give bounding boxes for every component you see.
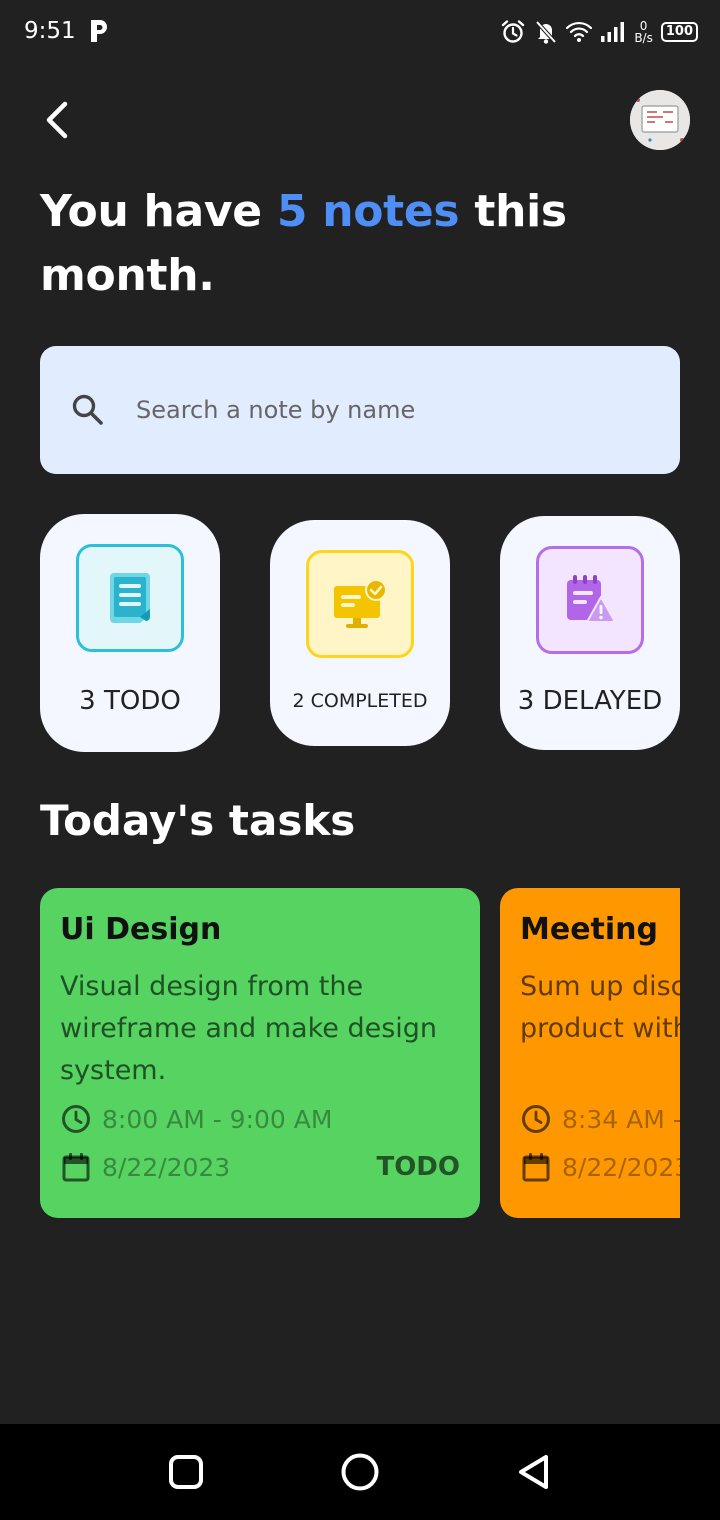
avatar-image xyxy=(630,90,690,150)
calendar-icon xyxy=(62,1153,90,1182)
completed-tile xyxy=(306,550,414,658)
tasks-carousel[interactable]: Ui Design Visual design from the wirefra… xyxy=(40,888,680,1218)
task-card-ui-design[interactable]: Ui Design Visual design from the wirefra… xyxy=(40,888,480,1218)
stat-label: 3 TODO xyxy=(79,686,181,716)
delayed-tile xyxy=(536,546,644,654)
stat-card-completed[interactable]: 2 COMPLETED xyxy=(270,520,450,746)
page-headline: You have 5 notes this month. xyxy=(40,186,567,301)
task-time: 8:34 AM - xyxy=(562,1104,680,1134)
calendar-warning-icon xyxy=(567,575,616,623)
task-title: Ui Design xyxy=(60,912,222,947)
task-time: 8:00 AM - 9:00 AM xyxy=(102,1104,333,1134)
stat-card-todo[interactable]: 3 TODO xyxy=(40,514,220,752)
notes-count: 5 notes xyxy=(276,186,460,237)
recents-square-icon xyxy=(169,1455,203,1489)
stat-label: 2 COMPLETED xyxy=(292,690,428,712)
section-title: Today's tasks xyxy=(40,796,356,845)
search-input[interactable] xyxy=(136,386,656,434)
task-status: TODO xyxy=(376,1152,460,1182)
task-description: Visual design from the wireframe and mak… xyxy=(60,971,438,1086)
bell-off-icon xyxy=(535,20,557,44)
home-circle-icon xyxy=(341,1453,379,1491)
net-speed: 0 B/s xyxy=(634,19,653,45)
system-nav-bar xyxy=(0,1424,720,1520)
task-title: Meeting xyxy=(520,912,659,947)
alarm-icon xyxy=(502,20,525,43)
monitor-check-icon xyxy=(334,579,387,628)
todo-tile xyxy=(76,544,184,652)
task-date: 8/22/2023 xyxy=(102,1152,231,1182)
task-description: Sum up discussion on new product with st… xyxy=(520,971,680,1044)
back-triangle-icon xyxy=(519,1455,548,1489)
clock-icon xyxy=(62,1105,90,1133)
search-icon xyxy=(72,394,103,425)
stat-card-delayed[interactable]: 3 DELAYED xyxy=(500,516,680,750)
clock-icon xyxy=(522,1105,550,1133)
profile-avatar[interactable] xyxy=(630,90,690,150)
back-button[interactable] xyxy=(36,96,80,144)
task-date: 8/22/2023 xyxy=(562,1152,680,1182)
document-icon xyxy=(110,573,150,623)
search-bar[interactable] xyxy=(40,346,680,474)
status-bar: 9:51 0 B/s 100 xyxy=(0,0,720,64)
calendar-icon xyxy=(522,1153,550,1182)
recents-button[interactable] xyxy=(162,1448,210,1496)
status-time: 9:51 xyxy=(24,18,76,44)
back-nav-button[interactable] xyxy=(510,1448,558,1496)
battery-icon: 100 xyxy=(660,22,698,42)
wifi-icon xyxy=(566,21,593,42)
parking-app-icon xyxy=(91,20,107,42)
stat-label: 3 DELAYED xyxy=(517,686,663,716)
task-card-meeting[interactable]: Meeting Sum up discussion on new product… xyxy=(500,888,680,1218)
back-chevron-icon xyxy=(46,101,68,139)
home-button[interactable] xyxy=(336,1448,384,1496)
signal-icon xyxy=(601,22,625,42)
